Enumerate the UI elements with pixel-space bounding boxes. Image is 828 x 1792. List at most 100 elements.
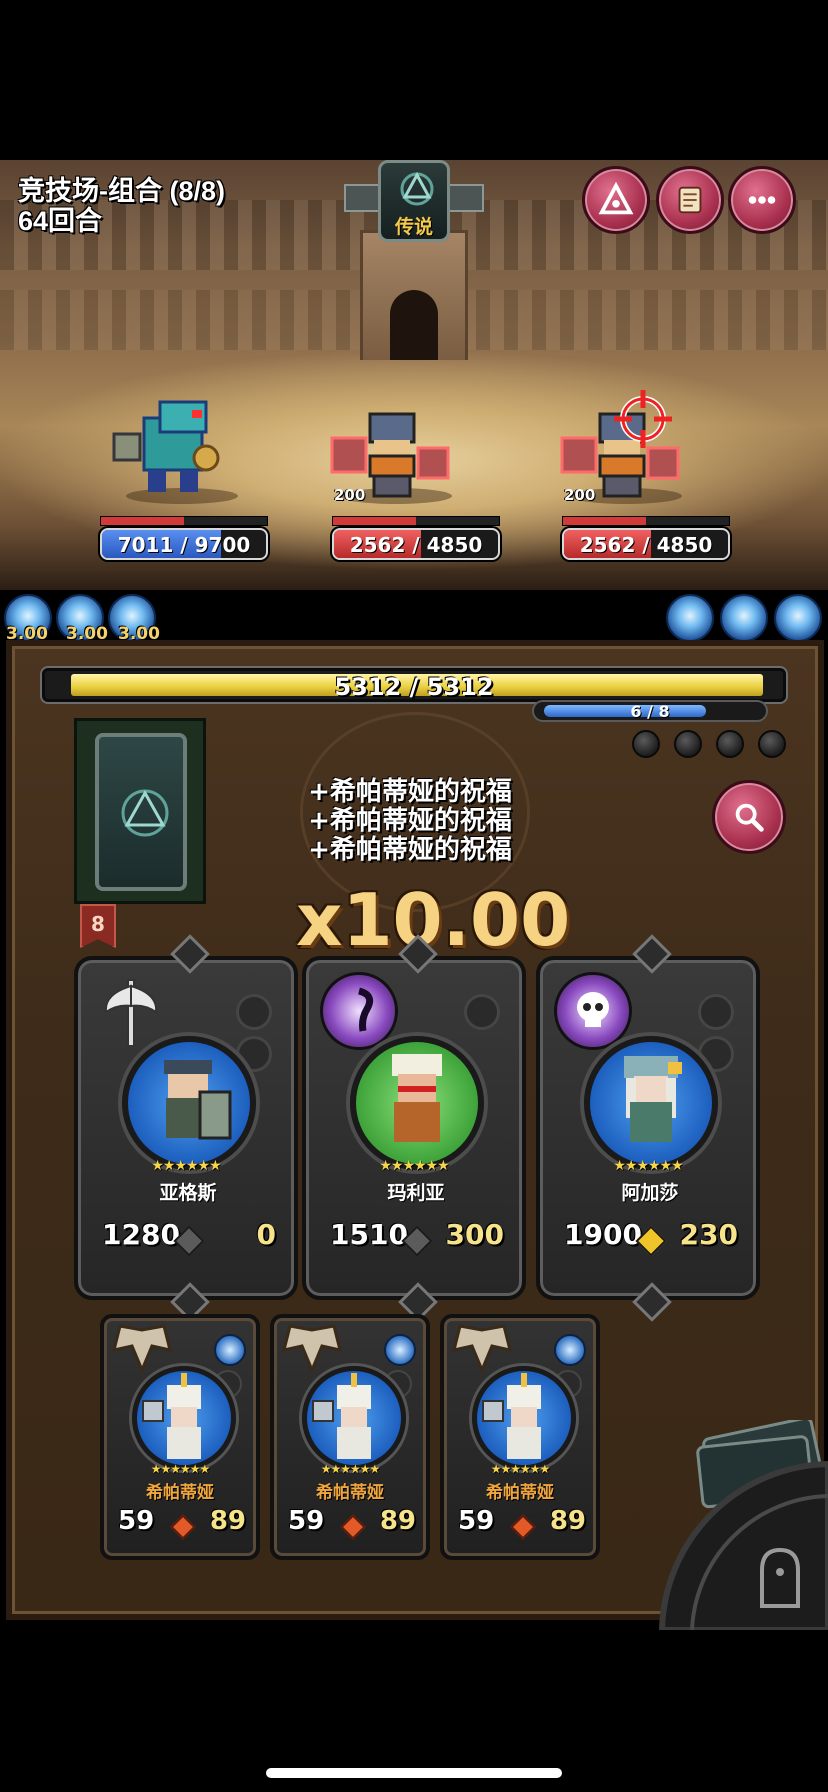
unit-hp-bar: 2562 / 4850 xyxy=(332,528,500,560)
graveyard-button[interactable] xyxy=(652,1420,828,1630)
hand-attack: 59 xyxy=(288,1506,325,1536)
hand-card[interactable]: ★★★★★★ 希帕蒂娅 59 89 xyxy=(100,1314,260,1560)
hero-sprite xyxy=(164,1060,232,1140)
unit-ap-fill xyxy=(563,517,646,525)
dragon-knight-sprite[interactable] xyxy=(108,394,238,498)
mana-text: 6 / 8 xyxy=(630,702,670,721)
hand-health: 89 xyxy=(209,1506,246,1536)
more-icon xyxy=(748,196,776,204)
unit-level: 200 xyxy=(334,486,366,504)
unit-ap-fill xyxy=(101,517,184,525)
hero-stars: ★★★★★★ xyxy=(379,1158,449,1174)
mana-bar: 6 / 8 xyxy=(532,700,768,722)
hero-health: 300 xyxy=(445,1218,504,1251)
blessing-line: +希帕蒂娅的祝福 xyxy=(308,835,512,865)
hp-current: 7011 xyxy=(117,533,174,557)
blessing-line: +希帕蒂娅的祝福 xyxy=(308,777,512,807)
hero-card[interactable]: ★★★★★★ 阿加莎 1900 230 xyxy=(536,934,760,1322)
round-counter: 64回合 xyxy=(18,206,103,236)
cost-gem-icon xyxy=(170,1514,196,1540)
hero-name: 阿加莎 xyxy=(621,1182,679,1204)
unit-level: 200 xyxy=(564,486,596,504)
triquetra-icon xyxy=(121,789,169,837)
skill-slot-icon xyxy=(236,994,272,1030)
skill-slot-icon xyxy=(464,994,500,1030)
more-button[interactable] xyxy=(728,166,796,234)
home-indicator[interactable] xyxy=(266,1768,562,1778)
hero-name: 玛利亚 xyxy=(387,1182,445,1204)
unit-ap-bar xyxy=(562,516,730,526)
legend-badge: 传说 xyxy=(344,160,484,242)
triangle-icon xyxy=(598,181,634,215)
cost-gem-icon xyxy=(340,1514,366,1540)
unit-ap-fill xyxy=(333,517,416,525)
hero-attack: 1510 xyxy=(330,1218,408,1251)
charge-pip-icon xyxy=(758,730,786,758)
hero-attack: 1280 xyxy=(102,1218,180,1251)
unit-hp-bar: 7011 / 9700 xyxy=(100,528,268,560)
hero-health: 230 xyxy=(679,1218,738,1251)
hp-text: 2562 / 4850 xyxy=(349,533,483,557)
hero-card[interactable]: ★★★★★★ 玛利亚 1510 300 xyxy=(302,934,526,1322)
hand-portrait xyxy=(302,1366,406,1470)
legend-label: 传说 xyxy=(394,216,433,238)
charge-pip-icon xyxy=(716,730,744,758)
hero-name: 亚格斯 xyxy=(159,1182,217,1204)
cost-gem-icon xyxy=(510,1514,536,1540)
hp-max: 9700 xyxy=(194,533,251,557)
scroll-icon xyxy=(678,186,702,214)
dark-orb-icon xyxy=(320,972,398,1050)
axe-icon xyxy=(104,979,158,1047)
hand-sprite xyxy=(312,1373,371,1459)
tactics-button[interactable] xyxy=(582,166,650,234)
hand-health: 89 xyxy=(379,1506,416,1536)
water-gem-icon xyxy=(214,1334,246,1366)
hand-sprite xyxy=(482,1373,541,1459)
hand-name: 希帕蒂娅 xyxy=(146,1483,214,1503)
hand-stars: ★★★★★★ xyxy=(490,1462,551,1476)
hero-stars: ★★★★★★ xyxy=(613,1158,683,1174)
hero-card[interactable]: ★★★★★★ 亚格斯 1280 0 xyxy=(74,934,298,1322)
hand-stars: ★★★★★★ xyxy=(150,1462,211,1476)
deck-card-back xyxy=(95,733,187,891)
player-hp-text: 5312 / 5312 xyxy=(334,673,494,701)
hp-max: 4850 xyxy=(426,533,483,557)
hero-stars: ★★★★★★ xyxy=(151,1158,221,1174)
hero-portrait xyxy=(122,1036,256,1170)
water-gem-icon xyxy=(384,1334,416,1366)
hand-name: 希帕蒂娅 xyxy=(486,1483,554,1503)
skull-icon xyxy=(554,972,632,1050)
hp-text: 2562 / 4850 xyxy=(579,533,713,557)
blessing-list: +希帕蒂娅的祝福 +希帕蒂娅的祝福 +希帕蒂娅的祝福 xyxy=(260,778,560,865)
hand-sprite xyxy=(142,1373,201,1459)
hp-current: 2562 xyxy=(579,533,636,557)
hand-card[interactable]: ★★★★★★ 希帕蒂娅 59 89 xyxy=(270,1314,430,1560)
hero-sprite xyxy=(624,1056,682,1142)
deck-card[interactable] xyxy=(74,718,206,904)
hero-portrait xyxy=(584,1036,718,1170)
hand-portrait xyxy=(132,1366,236,1470)
hand-health: 89 xyxy=(549,1506,586,1536)
hero-portrait xyxy=(350,1036,484,1170)
hp-max: 4850 xyxy=(656,533,713,557)
target-crosshair-icon xyxy=(614,390,672,448)
charge-pip-icon xyxy=(674,730,702,758)
speed-orb-icon xyxy=(774,594,822,642)
hero-sprite xyxy=(392,1054,442,1142)
unit-ap-bar xyxy=(100,516,268,526)
speed-orb-icon xyxy=(720,594,768,642)
log-button[interactable] xyxy=(656,166,724,234)
skill-slot-icon xyxy=(698,994,734,1030)
blessing-line: +希帕蒂娅的祝福 xyxy=(308,806,512,836)
hand-portrait xyxy=(472,1366,576,1470)
badge-wing-right xyxy=(444,184,484,212)
inspect-button[interactable] xyxy=(712,780,786,854)
hand-attack: 59 xyxy=(458,1506,495,1536)
unit-ap-bar xyxy=(332,516,500,526)
hand-name: 希帕蒂娅 xyxy=(316,1483,384,1503)
stage-title: 竞技场-组合 (8/8) xyxy=(18,176,226,206)
hand-card[interactable]: ★★★★★★ 希帕蒂娅 59 89 xyxy=(440,1314,600,1560)
speed-orb-icon xyxy=(666,594,714,642)
skull-glyph xyxy=(577,992,609,1027)
hero-attack: 1900 xyxy=(564,1218,642,1251)
